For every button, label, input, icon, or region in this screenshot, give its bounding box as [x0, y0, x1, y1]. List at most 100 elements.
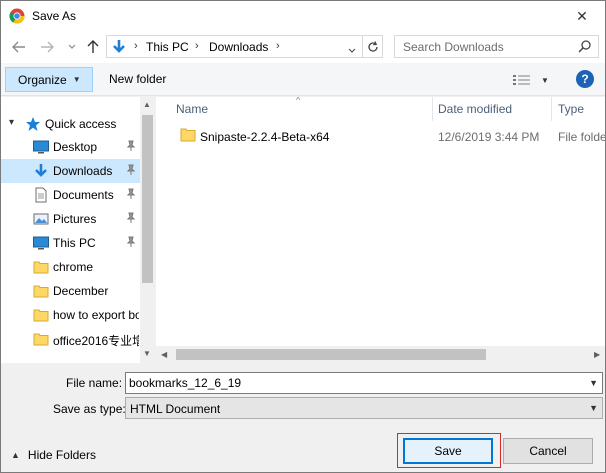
folder-icon	[180, 128, 196, 142]
file-type: File folde	[558, 130, 605, 144]
close-icon: ✕	[576, 7, 588, 24]
expand-chevron-icon[interactable]: ▾	[9, 117, 14, 128]
address-history-button[interactable]	[348, 43, 356, 57]
scroll-left-icon[interactable]: ◀	[161, 350, 167, 359]
chrome-icon	[9, 8, 25, 24]
recent-locations-button[interactable]	[64, 39, 80, 55]
address-bar[interactable]: › This PC › Downloads ›	[106, 35, 383, 58]
file-date: 12/6/2019 3:44 PM	[438, 130, 540, 144]
change-view-button[interactable]: ▼	[513, 72, 553, 88]
sidebar-item-chrome[interactable]: chrome	[1, 255, 140, 279]
search-input[interactable]	[395, 36, 573, 57]
breadcrumb-separator[interactable]: ›	[276, 40, 280, 52]
quick-access-label: Quick access	[45, 117, 117, 131]
folder-icon	[33, 285, 49, 298]
star-icon	[26, 117, 40, 131]
back-button[interactable]	[11, 39, 27, 55]
breadcrumb-this-pc[interactable]: This PC	[146, 40, 189, 54]
desktop-icon	[33, 140, 49, 154]
title-bar: Save As ✕	[1, 1, 605, 31]
column-header-label: Type	[558, 102, 585, 116]
new-folder-button[interactable]: New folder	[109, 72, 166, 86]
scroll-right-icon[interactable]: ▶	[594, 350, 600, 359]
downloads-icon	[35, 164, 47, 177]
quick-access-item[interactable]: ▾ Quick access	[1, 113, 140, 135]
collapse-caret-icon: ▲	[11, 450, 20, 460]
sidebar-item-label: December	[53, 284, 109, 298]
chevron-down-icon[interactable]: ▼	[589, 378, 598, 388]
sidebar-item-how-to-export[interactable]: how to export bo	[1, 303, 140, 327]
hide-folders-label: Hide Folders	[27, 448, 96, 462]
chevron-down-icon	[68, 44, 76, 49]
pin-icon[interactable]	[125, 188, 137, 200]
column-header-date-modified[interactable]: Date modified	[433, 97, 553, 121]
help-button[interactable]: ?	[576, 70, 594, 88]
dropdown-caret-icon[interactable]: ▼	[541, 76, 549, 85]
file-list-horizontal-scrollbar[interactable]: ◀ ▶	[156, 346, 605, 363]
sidebar-item-this-pc[interactable]: This PC	[1, 231, 140, 255]
save-button[interactable]: Save	[403, 438, 493, 464]
chevron-down-icon: ▼	[589, 403, 598, 413]
column-header-label: Date modified	[438, 102, 513, 116]
column-header-label: Name	[176, 102, 209, 116]
sidebar-item-office2016[interactable]: office2016专业增	[1, 327, 140, 351]
sidebar-item-downloads[interactable]: Downloads	[1, 159, 140, 183]
save-as-type-label: Save as type:	[53, 402, 126, 416]
pin-icon[interactable]	[125, 140, 137, 152]
save-as-type-select[interactable]: HTML Document ▼	[125, 397, 603, 419]
sidebar-item-label: chrome	[53, 260, 94, 274]
breadcrumb-separator: ›	[134, 40, 138, 52]
column-header-name[interactable]: Name	[156, 97, 434, 121]
pictures-icon	[33, 213, 49, 225]
pin-icon[interactable]	[125, 212, 137, 224]
sidebar-item-pictures[interactable]: Pictures	[1, 207, 140, 231]
refresh-icon	[367, 40, 378, 52]
scrollbar-thumb[interactable]	[176, 349, 486, 360]
sidebar-item-desktop[interactable]: Desktop	[1, 135, 140, 159]
window-title: Save As	[32, 9, 77, 23]
sidebar-item-documents[interactable]: Documents	[1, 183, 140, 207]
chevron-down-icon	[348, 48, 356, 53]
up-arrow-icon	[87, 40, 99, 53]
this-pc-icon	[33, 236, 49, 250]
save-as-dialog: Save As ✕ › This PC › Downloads › Search…	[0, 0, 606, 473]
organize-label: Organize	[18, 72, 67, 87]
close-button[interactable]: ✕	[559, 1, 605, 31]
refresh-button[interactable]	[362, 36, 382, 57]
hide-folders-button[interactable]: ▲ Hide Folders	[11, 447, 96, 463]
forward-arrow-icon	[41, 41, 54, 53]
forward-button[interactable]	[39, 39, 55, 55]
scrollbar-thumb[interactable]	[142, 115, 153, 283]
folder-icon	[33, 261, 49, 274]
column-header-type[interactable]: Type	[552, 97, 605, 121]
scroll-up-icon[interactable]: ▲	[143, 100, 151, 109]
pin-icon[interactable]	[125, 236, 137, 248]
details-view-icon	[513, 75, 530, 85]
downloads-location-icon	[113, 40, 125, 53]
up-button[interactable]	[85, 39, 101, 55]
breadcrumb-downloads[interactable]: Downloads	[209, 40, 268, 54]
sidebar-item-label: how to export bo	[53, 308, 139, 322]
back-arrow-icon	[12, 41, 25, 53]
file-name-input[interactable]	[126, 373, 582, 393]
pin-icon[interactable]	[125, 164, 137, 176]
folder-icon	[33, 309, 49, 322]
cancel-button[interactable]: Cancel	[503, 438, 593, 464]
file-row[interactable]: Snipaste-2.2.4-Beta-x64 12/6/2019 3:44 P…	[176, 125, 605, 147]
organize-button[interactable]: Organize ▼	[5, 67, 93, 92]
documents-icon	[35, 187, 47, 203]
save-as-type-value: HTML Document	[130, 402, 221, 416]
search-box	[394, 35, 599, 58]
help-icon: ?	[581, 72, 589, 86]
file-name-label: File name:	[66, 376, 123, 390]
address-row: › This PC › Downloads ›	[1, 31, 605, 63]
file-name-combobox: ▼	[125, 372, 603, 394]
search-icon	[578, 40, 591, 53]
navigation-scrollbar[interactable]: ▲ ▼	[140, 97, 155, 363]
navigation-pane: ▾ Quick access Desktop Downloads Documen…	[1, 97, 155, 363]
file-list: ^ Name Date modified Type Snipaste-2.2.4…	[156, 97, 605, 363]
sidebar-item-december[interactable]: December	[1, 279, 140, 303]
command-bar: Organize ▼ New folder ▼ ?	[1, 63, 605, 96]
scroll-down-icon[interactable]: ▼	[143, 349, 151, 358]
breadcrumb-separator: ›	[195, 40, 199, 52]
